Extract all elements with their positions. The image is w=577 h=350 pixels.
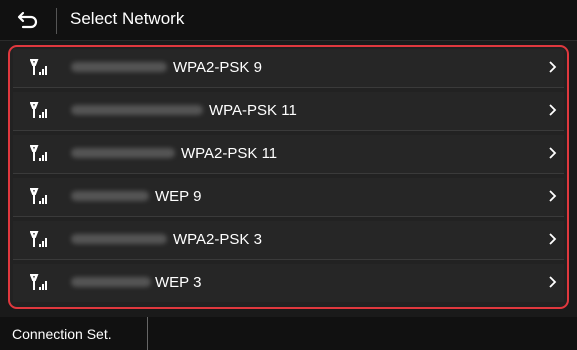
network-row[interactable]: WPA2-PSK 3 <box>13 221 564 260</box>
network-row[interactable]: WPA2-PSK 11 <box>13 135 564 174</box>
ssid-blurred <box>71 148 175 158</box>
back-button[interactable] <box>0 0 56 40</box>
screen: Select Network WPA2-PSK 9 WPA-PSK 11 WPA… <box>0 0 577 350</box>
page-title: Select Network <box>70 9 185 28</box>
network-row[interactable]: WPA-PSK 11 <box>13 92 564 131</box>
chevron-right-icon <box>549 61 557 73</box>
network-label: WEP 9 <box>155 188 202 205</box>
network-label: WPA2-PSK 3 <box>173 231 262 248</box>
network-row[interactable]: WPA2-PSK 9 <box>13 49 564 88</box>
header: Select Network <box>0 0 577 41</box>
chevron-right-icon <box>549 233 557 245</box>
chevron-right-icon <box>549 276 557 288</box>
antenna-signal-icon <box>30 59 47 75</box>
network-label: WPA-PSK 11 <box>209 102 297 119</box>
network-row[interactable]: WEP 3 <box>13 264 564 302</box>
network-list: WPA2-PSK 9 WPA-PSK 11 WPA2-PSK 11 WEP 9 … <box>8 45 569 309</box>
ssid-blurred <box>71 105 203 115</box>
chevron-right-icon <box>549 190 557 202</box>
ssid-blurred <box>71 234 167 244</box>
antenna-signal-icon <box>30 102 47 118</box>
network-label: WEP 3 <box>155 274 202 291</box>
chevron-right-icon <box>549 147 557 159</box>
network-label: WPA2-PSK 11 <box>181 145 278 162</box>
network-row[interactable]: WEP 9 <box>13 178 564 217</box>
antenna-signal-icon <box>30 231 47 247</box>
footer: Connection Set. <box>0 317 577 350</box>
antenna-signal-icon <box>30 188 47 204</box>
ssid-blurred <box>71 277 151 287</box>
antenna-signal-icon <box>30 274 47 290</box>
chevron-right-icon <box>549 104 557 116</box>
network-label: WPA2-PSK 9 <box>173 59 262 76</box>
back-arrow-icon <box>17 11 38 29</box>
ssid-blurred <box>71 62 167 72</box>
header-divider <box>56 8 57 34</box>
antenna-signal-icon <box>30 145 47 161</box>
connection-settings-label: Connection Set. <box>12 326 112 342</box>
ssid-blurred <box>71 191 149 201</box>
connection-settings-button[interactable]: Connection Set. <box>0 317 148 350</box>
